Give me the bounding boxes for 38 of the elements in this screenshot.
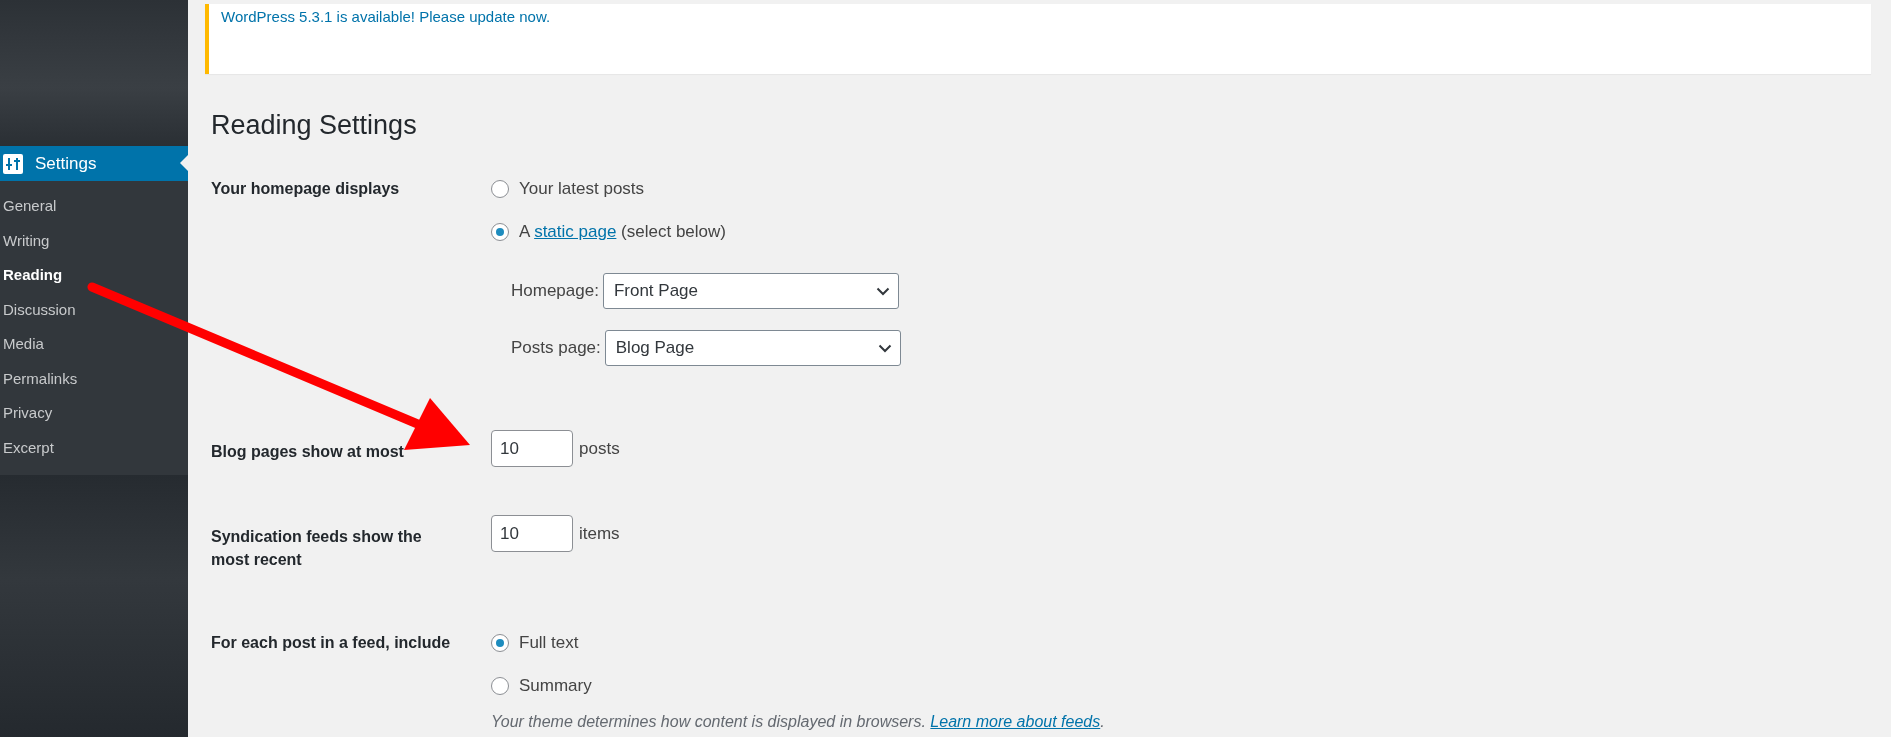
page-dropdown[interactable]: Front Page: [602, 273, 899, 309]
page-title: Reading Settings: [211, 110, 418, 141]
sidebar-item[interactable]: Permalinks: [0, 361, 188, 396]
sliders-icon: [3, 153, 23, 174]
hint-text: Your theme determines how content is displayed in browsers. Learn more about feeds.: [491, 713, 1105, 732]
select-label: Homepage:: [511, 281, 599, 301]
chevron-down-icon: [877, 343, 892, 353]
sidebar-item[interactable]: Writing: [0, 223, 188, 258]
static-page-link[interactable]: static page: [534, 221, 617, 241]
radio-button[interactable]: [491, 179, 509, 198]
sidebar-item[interactable]: Privacy: [0, 396, 188, 431]
sidebar-item[interactable]: Media: [0, 327, 188, 362]
option-label: Your latest posts: [519, 178, 645, 199]
setting-label: Blog pages show at most: [211, 442, 405, 462]
menu-pointer: [180, 155, 188, 171]
setting-label: For each post in a feed, include: [211, 633, 452, 654]
unit-label: items: [579, 523, 620, 544]
setting-label: Syndication feeds show the most recent: [211, 527, 423, 571]
sidebar-item[interactable]: Reading: [0, 258, 188, 293]
sidebar-item[interactable]: Discussion: [0, 292, 188, 327]
page-dropdown[interactable]: Blog Page: [604, 330, 901, 366]
sidebar-item[interactable]: General: [0, 189, 188, 224]
radio-button[interactable]: [491, 676, 509, 695]
setting-label: Your homepage displays: [211, 179, 401, 199]
select-label: Posts page:: [511, 338, 601, 358]
unit-label: posts: [579, 438, 620, 459]
radio-button[interactable]: [491, 633, 509, 652]
option-label: Full text: [519, 632, 579, 653]
number-input[interactable]: 10: [491, 515, 573, 552]
option-label: Summary: [519, 675, 592, 696]
settings-menu-item[interactable]: Settings: [0, 146, 188, 181]
radio-button[interactable]: [491, 222, 509, 241]
option-label: A static page (select below): [519, 221, 726, 242]
chevron-down-icon: [875, 286, 890, 296]
version-link[interactable]: WordPress 5.3.1 is available!: [221, 8, 415, 25]
number-input[interactable]: 10: [491, 430, 573, 467]
sidebar-item[interactable]: Excerpt: [0, 430, 188, 465]
update-link[interactable]: Please update now.: [419, 8, 551, 25]
